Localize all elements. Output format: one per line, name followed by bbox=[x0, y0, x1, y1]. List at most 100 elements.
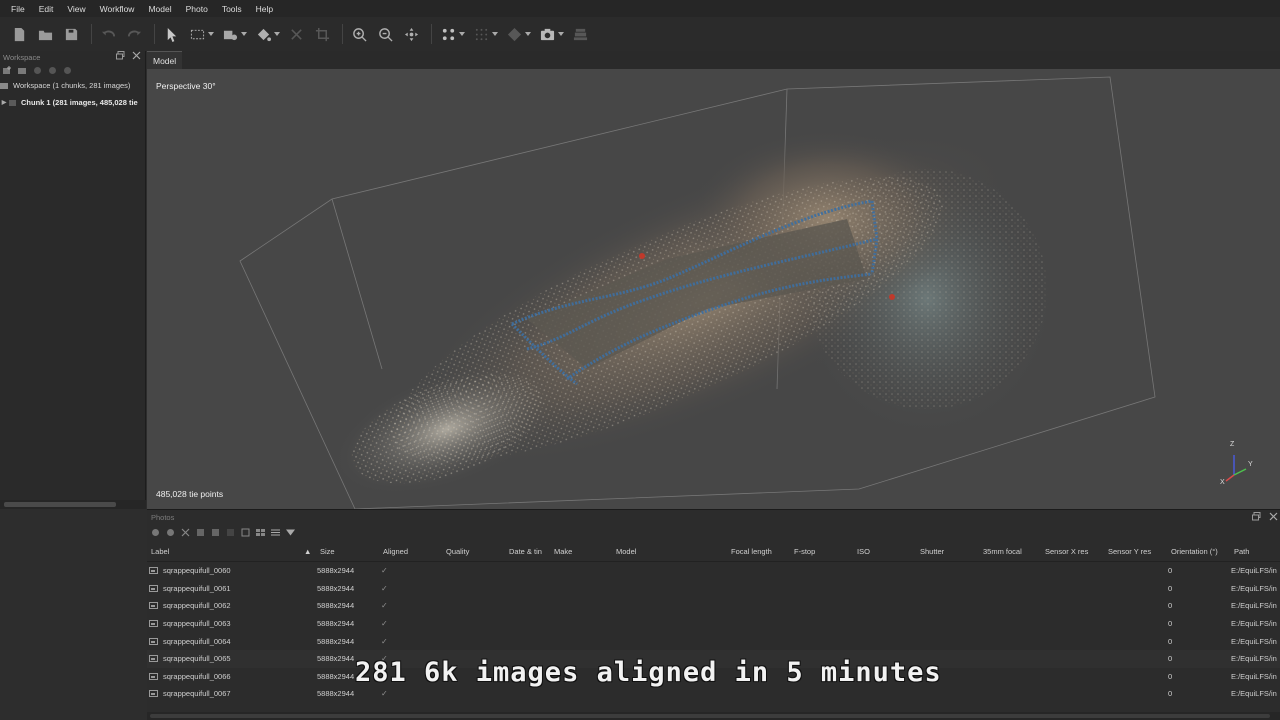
mesh-icon[interactable] bbox=[503, 23, 525, 45]
tab-model[interactable]: Model bbox=[147, 51, 183, 69]
fill-tool-icon[interactable] bbox=[252, 23, 274, 45]
save-icon[interactable] bbox=[60, 23, 82, 45]
close-icon[interactable] bbox=[1269, 512, 1278, 523]
move-icon[interactable] bbox=[400, 23, 422, 45]
menu-tools[interactable]: Tools bbox=[215, 4, 249, 14]
disable-photo-icon[interactable] bbox=[166, 528, 175, 537]
chevron-down-icon[interactable] bbox=[286, 528, 295, 537]
table-row[interactable]: sqrappequifull_0061 5888x2944 ✓ 0 E:/EquiLFS… bbox=[147, 580, 1280, 598]
expand-arrow-icon[interactable]: ▶ bbox=[0, 99, 8, 106]
toolbar-separator bbox=[342, 24, 343, 44]
camera-icon[interactable] bbox=[536, 23, 558, 45]
redo-icon[interactable] bbox=[123, 23, 145, 45]
menu-photo[interactable]: Photo bbox=[179, 4, 215, 14]
open-folder-icon[interactable] bbox=[34, 23, 56, 45]
details-view-icon[interactable] bbox=[271, 528, 280, 537]
close-icon[interactable] bbox=[132, 51, 141, 60]
shape-tool-icon[interactable] bbox=[219, 23, 241, 45]
disable-item-icon[interactable] bbox=[48, 66, 57, 75]
column-header-orientation[interactable]: Orientation (°) bbox=[1171, 541, 1218, 562]
photos-panel: Photos Label ▲ Size Aligned Quality Date… bbox=[147, 509, 1280, 720]
column-header-model[interactable]: Model bbox=[616, 541, 636, 562]
photo-orientation: 0 bbox=[1168, 671, 1173, 681]
axis-gizmo[interactable]: Z Y X bbox=[1216, 441, 1256, 491]
column-header-35mm-focal[interactable]: 35mm focal bbox=[983, 541, 1022, 562]
photo-path: E:/EquiLFS/in bbox=[1231, 601, 1277, 611]
image-icon bbox=[149, 637, 158, 645]
menu-help[interactable]: Help bbox=[249, 4, 280, 14]
column-header-shutter[interactable]: Shutter bbox=[920, 541, 944, 562]
column-header-sensor-x-res[interactable]: Sensor X res bbox=[1045, 541, 1088, 562]
chevron-down-icon[interactable] bbox=[241, 23, 247, 45]
menu-bar: File Edit View Workflow Model Photo Tool… bbox=[0, 0, 1280, 17]
sort-arrow-icon[interactable]: ▲ bbox=[304, 541, 311, 562]
chevron-down-icon[interactable] bbox=[208, 23, 214, 45]
enable-photo-icon[interactable] bbox=[151, 528, 160, 537]
restore-icon[interactable] bbox=[1252, 512, 1261, 523]
select-arrow-icon[interactable] bbox=[160, 23, 182, 45]
delete-icon[interactable] bbox=[285, 23, 307, 45]
chevron-down-icon[interactable] bbox=[274, 23, 280, 45]
workspace-root-row[interactable]: Workspace (1 chunks, 281 images) bbox=[0, 77, 145, 94]
rotate-left-icon[interactable] bbox=[196, 528, 205, 537]
thumbnails-view-icon[interactable] bbox=[256, 528, 265, 537]
column-header-focal-length[interactable]: Focal length bbox=[731, 541, 772, 562]
rectangle-selection-icon[interactable] bbox=[186, 23, 208, 45]
menu-workflow[interactable]: Workflow bbox=[93, 4, 142, 14]
column-header-path[interactable]: Path bbox=[1234, 541, 1249, 562]
column-header-sensor-y-res[interactable]: Sensor Y res bbox=[1108, 541, 1151, 562]
chevron-down-icon[interactable] bbox=[525, 23, 531, 45]
column-header-quality[interactable]: Quality bbox=[446, 541, 469, 562]
reset-filter-icon[interactable] bbox=[241, 528, 250, 537]
photo-label-cell: sqrappequifull_0064 bbox=[149, 632, 231, 650]
chevron-down-icon[interactable] bbox=[492, 23, 498, 45]
column-header-date[interactable]: Date & tin bbox=[509, 541, 542, 562]
remove-item-icon[interactable] bbox=[33, 66, 42, 75]
new-document-icon[interactable] bbox=[8, 23, 30, 45]
video-caption: 281 6k images aligned in 5 minutes bbox=[355, 657, 942, 688]
table-row[interactable]: sqrappequifull_0063 5888x2944 ✓ 0 E:/EquiLFS… bbox=[147, 615, 1280, 633]
column-header-iso[interactable]: ISO bbox=[857, 541, 870, 562]
crop-icon[interactable] bbox=[311, 23, 333, 45]
table-row[interactable]: sqrappequifull_0064 5888x2944 ✓ 0 E:/EquiLFS… bbox=[147, 632, 1280, 650]
workspace-scrollbar[interactable] bbox=[0, 500, 146, 509]
image-icon bbox=[149, 672, 158, 680]
rotate-right-icon[interactable] bbox=[211, 528, 220, 537]
remove-photo-icon[interactable] bbox=[181, 528, 190, 537]
menu-edit[interactable]: Edit bbox=[32, 4, 61, 14]
table-row[interactable]: sqrappequifull_0062 5888x2944 ✓ 0 E:/EquiLFS… bbox=[147, 597, 1280, 615]
model-viewport[interactable]: Perspective 30° 485,028 tie points Z Y X bbox=[147, 69, 1280, 509]
undo-icon[interactable] bbox=[97, 23, 119, 45]
column-header-label[interactable]: Label bbox=[151, 541, 169, 562]
photo-label-cell: sqrappequifull_0067 bbox=[149, 685, 231, 703]
layers-icon[interactable] bbox=[569, 23, 591, 45]
menu-view[interactable]: View bbox=[60, 4, 92, 14]
menu-model[interactable]: Model bbox=[141, 4, 178, 14]
column-header-size[interactable]: Size bbox=[320, 541, 335, 562]
photo-label-cell: sqrappequifull_0062 bbox=[149, 597, 231, 615]
zoom-in-icon[interactable] bbox=[348, 23, 370, 45]
enable-item-icon[interactable] bbox=[63, 66, 72, 75]
photo-label-cell: sqrappequifull_0060 bbox=[149, 562, 231, 580]
photo-size: 5888x2944 bbox=[317, 601, 355, 611]
chevron-down-icon[interactable] bbox=[558, 23, 564, 45]
add-photos-icon[interactable] bbox=[18, 66, 27, 75]
add-chunk-icon[interactable] bbox=[3, 65, 12, 75]
zoom-out-icon[interactable] bbox=[374, 23, 396, 45]
photo-orientation: 0 bbox=[1168, 566, 1173, 576]
chunk-row[interactable]: ▶ Chunk 1 (281 images, 485,028 tie bbox=[0, 94, 145, 111]
dense-cloud-icon[interactable] bbox=[470, 23, 492, 45]
points-view-icon[interactable] bbox=[437, 23, 459, 45]
photo-label-cell: sqrappequifull_0066 bbox=[149, 668, 231, 686]
photo-size: 5888x2944 bbox=[317, 583, 355, 593]
column-header-aligned[interactable]: Aligned bbox=[383, 541, 408, 562]
filter-icon[interactable] bbox=[226, 528, 235, 537]
workspace-toolbar bbox=[0, 63, 145, 77]
chevron-down-icon[interactable] bbox=[459, 23, 465, 45]
restore-icon[interactable] bbox=[116, 51, 125, 60]
photos-horizontal-scrollbar[interactable] bbox=[147, 712, 1280, 720]
table-row[interactable]: sqrappequifull_0060 5888x2944 ✓ 0 E:/EquiLFS… bbox=[147, 562, 1280, 580]
column-header-make[interactable]: Make bbox=[554, 541, 572, 562]
column-header-fstop[interactable]: F-stop bbox=[794, 541, 815, 562]
menu-file[interactable]: File bbox=[4, 4, 32, 14]
